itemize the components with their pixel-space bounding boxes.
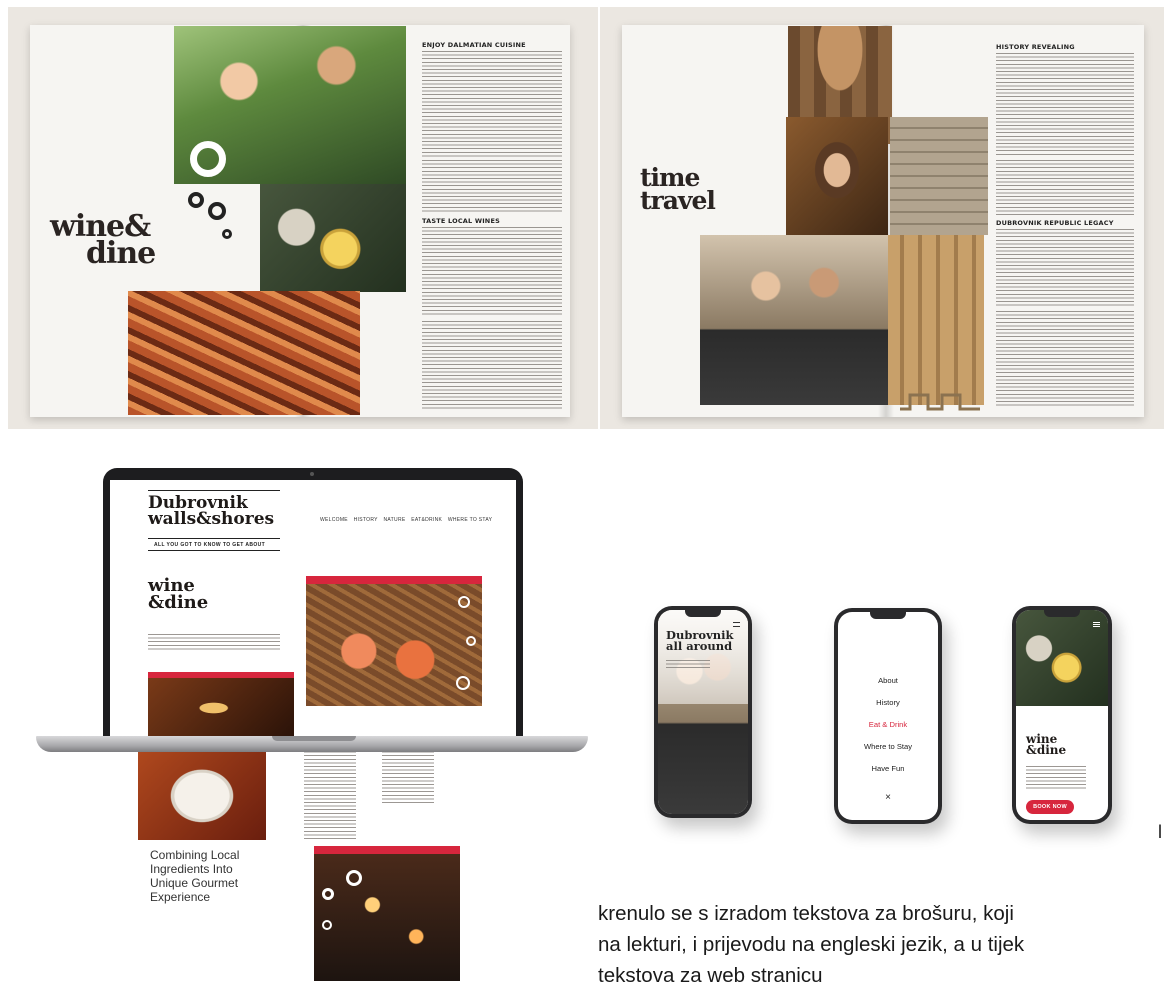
accent-bar [314,846,460,854]
collage-page: wine& dine ENJOY DALMATIAN CUISINE TASTE… [0,0,1164,989]
laptop-screen: Dubrovnik walls&shores ALL YOU GOT TO KN… [110,480,516,738]
menu-item-eat-drink[interactable]: Eat & Drink [838,720,938,729]
hero-line: &dine [148,591,209,613]
body-text-block [382,748,434,804]
nav-item-where-to-stay[interactable]: WHERE TO STAY [448,517,492,523]
laptop-website-mockup: Combining Local Ingredients Into Unique … [8,450,588,981]
menu-item-where-to-stay[interactable]: Where to Stay [838,742,938,751]
phones-website-mockup: Dubrovnik all around About History Eat &… [612,592,1164,856]
caption-line: Experience [150,890,211,905]
caption-line: Combining Local [150,848,240,862]
paragraph-line: krenulo se s izradom tekstova za brošuru… [598,902,1014,925]
oysters-lemon-photo [260,184,406,292]
phone-notch [685,610,721,617]
hero-description [148,634,280,652]
decorative-ring [466,636,476,646]
phone-notch [1044,610,1080,617]
magazine-title: time travel [640,165,716,215]
gourmet-dish-photo [138,742,266,840]
body-text-block [304,748,356,840]
section-heading: HISTORY REVEALING [996,43,1075,51]
body-text-block [422,51,562,157]
decorative-ring [346,870,362,886]
body-text-block [422,227,562,317]
religious-icon-photo [786,117,888,235]
phone-section-title: wine &dine [1026,733,1067,758]
seafood-platter-photo [306,584,482,706]
phone-home-screen: Dubrovnik all around [654,606,752,818]
decorative-ring [222,229,232,239]
logo-rule [148,490,280,491]
nav-item-welcome[interactable]: WELCOME [320,517,348,523]
body-text-block [996,229,1134,307]
close-icon[interactable]: × [838,792,938,803]
couple-in-old-town-photo [700,235,888,405]
section-heading: ENJOY DALMATIAN CUISINE [422,41,526,49]
section-heading: TASTE LOCAL WINES [422,217,500,225]
stone-inscription-photo [890,117,988,235]
body-text-block [422,321,562,411]
decorative-ring [456,676,470,690]
magazine-spread-time-travel: time travel HISTORY REVEALING DUBROVNIK … [600,7,1164,429]
palace-columns-photo [886,235,984,405]
section-heading: DUBROVNIK REPUBLIC LEGACY [996,219,1114,227]
cropped-glyph: l [1158,822,1162,842]
night-street-photo [314,854,460,981]
nav-item-nature[interactable]: NATURE [384,517,406,523]
menu-item-history[interactable]: History [838,698,938,707]
title-line: all around [666,638,733,653]
paragraph-line: tekstova za web stranicu [598,964,823,987]
decorative-ring [322,920,332,930]
body-text-block [996,311,1134,407]
body-text-block [996,160,1134,216]
menu-icon[interactable] [733,622,740,627]
phone-notch [870,612,906,619]
decorative-ring [458,596,470,608]
phone-screen: wine &dine BOOK NOW [1016,610,1108,820]
menu-icon[interactable] [1093,622,1100,627]
camera-icon [310,472,314,476]
wine-glass-photo [148,678,294,738]
site-nav: WELCOME HISTORY NATURE EAT&DRINK WHERE T… [320,517,496,523]
phone-screen: About History Eat & Drink Where to Stay … [838,612,938,820]
caption-line: Unique Gourmet [150,876,239,891]
phone-screen: Dubrovnik all around [658,610,748,814]
accent-bar [306,576,482,584]
phone-wine-dine-screen: wine &dine BOOK NOW [1012,606,1112,824]
phone-site-title[interactable]: Dubrovnik all around [666,629,733,653]
book-now-button[interactable]: BOOK NOW [1026,800,1074,814]
feature-caption: Combining Local Ingredients Into Unique … [150,848,239,905]
paragraph-line: na lekturi, i prijevodu na engleski jezi… [598,933,1025,956]
phone-menu-screen: About History Eat & Drink Where to Stay … [834,608,942,824]
logo-line: walls&shores [148,508,275,529]
decorative-ring [322,888,334,900]
phone-section-text [1026,766,1086,790]
menu-item-have-fun[interactable]: Have Fun [838,764,938,773]
title-line: &dine [1026,743,1067,758]
body-text-block [996,53,1134,157]
phone-intro-text [666,660,710,670]
title-line: travel [640,185,716,215]
title-line: dine [86,236,156,271]
decorative-ring [190,141,226,177]
grilled-crayfish-photo [128,291,360,415]
nav-item-eat-drink[interactable]: EAT&DRINK [411,517,442,523]
menu-item-about[interactable]: About [838,676,938,685]
magazine-spread-wine-dine: wine& dine ENJOY DALMATIAN CUISINE TASTE… [8,7,598,429]
caption-line: Ingredients Into [150,862,233,877]
logo-rule [148,550,280,551]
laptop-base-notch [272,736,356,741]
wall-outline-motif [900,393,980,411]
site-tagline: ALL YOU GOT TO KNOW TO GET ABOUT [154,542,266,548]
magazine-title: wine& dine [50,212,156,271]
nav-item-history[interactable]: HISTORY [354,517,378,523]
hero-title: wine &dine [148,577,209,613]
body-text-block [422,160,562,212]
decorative-ring [208,202,226,220]
logo-rule [148,538,280,539]
site-logo[interactable]: Dubrovnik walls&shores [148,495,275,529]
decorative-ring [188,192,204,208]
